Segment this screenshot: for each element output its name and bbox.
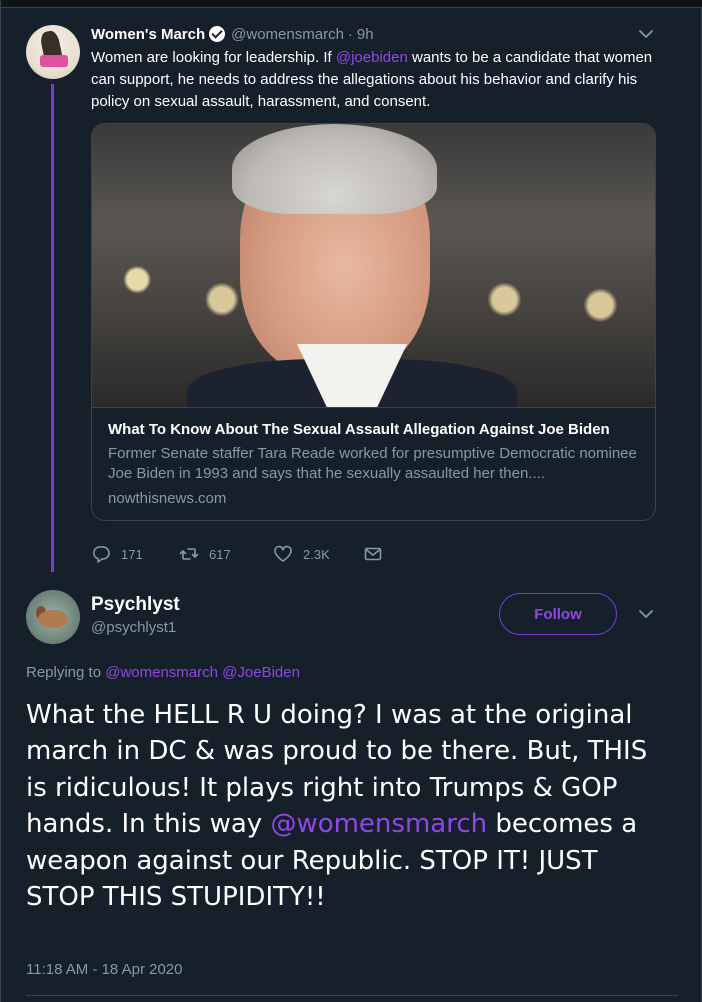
heart-icon <box>274 545 292 562</box>
chevron-down-icon[interactable] <box>638 606 654 622</box>
retweet-count: 617 <box>209 546 231 562</box>
replying-to-mention[interactable]: @womensmarch <box>105 664 218 681</box>
card-image <box>92 124 655 407</box>
tweet-text-part: Women are looking for leadership. If <box>91 49 336 66</box>
mention-link[interactable]: @joebiden <box>336 49 408 66</box>
replying-to-mention[interactable]: @JoeBiden <box>222 664 300 681</box>
verified-badge-icon <box>209 26 226 42</box>
parent-tweet-text: Women are looking for leadership. If @jo… <box>91 47 661 113</box>
card-body: What To Know About The Sexual Assault Al… <box>92 407 655 520</box>
reply-display-name[interactable]: Psychlyst <box>91 594 180 616</box>
card-title: What To Know About The Sexual Assault Al… <box>108 421 610 438</box>
message-action[interactable] <box>363 544 383 564</box>
follow-button[interactable]: Follow <box>499 593 617 635</box>
thread-connector-line <box>51 84 54 572</box>
like-action[interactable]: 2.3K <box>273 544 330 564</box>
reply-handle[interactable]: @psychlyst1 <box>91 619 176 636</box>
psychlyst-avatar[interactable] <box>26 590 80 644</box>
like-count: 2.3K <box>303 546 330 562</box>
card-domain: nowthisnews.com <box>108 490 227 507</box>
parent-display-name[interactable]: Women's March <box>91 26 205 43</box>
card-description: Former Senate staffer Tara Reade worked … <box>108 445 637 482</box>
parent-tweet-header: Women's March @womensmarch · 9h <box>91 24 374 44</box>
reply-action[interactable]: 171 <box>91 544 143 564</box>
mention-link[interactable]: @womensmarch <box>270 809 487 839</box>
link-preview-card[interactable]: What To Know About The Sexual Assault Al… <box>91 123 656 521</box>
envelope-icon <box>364 547 382 561</box>
bottom-divider <box>26 995 678 996</box>
reply-tweet-text: What the HELL R U doing? I was at the or… <box>26 697 666 915</box>
header-separator: · <box>347 25 353 43</box>
top-divider <box>1 0 702 8</box>
replying-to-label: Replying to <box>26 664 102 681</box>
chevron-down-icon[interactable] <box>638 26 654 42</box>
reply-icon <box>92 546 110 563</box>
parent-handle[interactable]: @womensmarch <box>231 26 344 43</box>
retweet-icon <box>179 548 199 560</box>
replying-to-line: Replying to @womensmarch @JoeBiden <box>26 664 300 681</box>
tweet-detail-panel: Women's March @womensmarch · 9h Women ar… <box>0 0 702 1002</box>
retweet-action[interactable]: 617 <box>179 544 231 564</box>
reply-count: 171 <box>121 546 143 562</box>
womens-march-avatar[interactable] <box>26 25 80 79</box>
reply-timestamp[interactable]: 11:18 AM - 18 Apr 2020 <box>26 961 183 978</box>
parent-timestamp[interactable]: 9h <box>357 26 374 43</box>
